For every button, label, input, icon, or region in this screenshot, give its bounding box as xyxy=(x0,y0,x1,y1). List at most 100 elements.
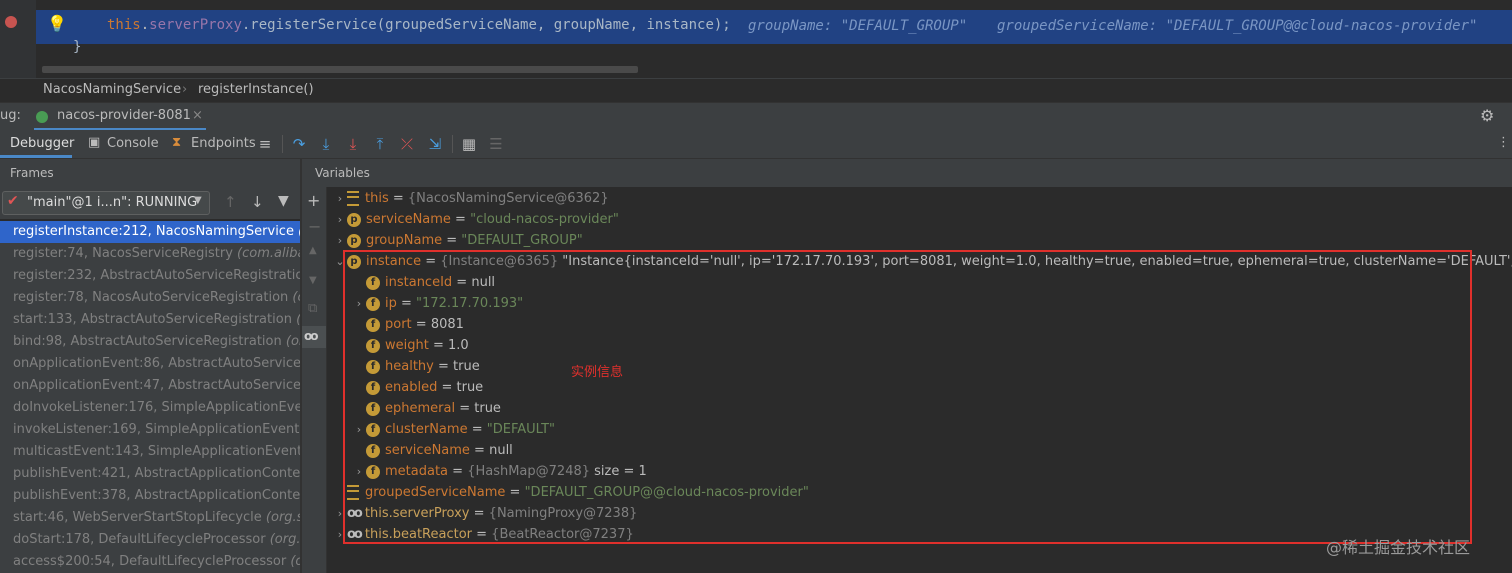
code-call: .registerService(groupedServiceName, gro… xyxy=(241,17,731,33)
drop-frame-icon[interactable]: ⤫ xyxy=(396,133,418,155)
breadcrumb-chevron-icon: › xyxy=(182,82,188,97)
frame-package: (com xyxy=(294,224,300,239)
force-step-into-icon[interactable]: ⤓ xyxy=(342,133,364,155)
variable-row[interactable]: › p groupName = "DEFAULT_GROUP" xyxy=(333,230,583,251)
frame-package: (org xyxy=(292,312,300,327)
tab-console[interactable]: Console xyxy=(107,136,159,151)
frame-label: doStart:178, DefaultLifecycleProcessor xyxy=(13,532,266,547)
frame-item[interactable]: publishEvent:378, AbstractApplicationCon… xyxy=(0,485,300,507)
expand-arrow-icon[interactable]: › xyxy=(333,188,347,209)
frames-header: Frames xyxy=(0,159,300,187)
frame-label: start:133, AbstractAutoServiceRegistrati… xyxy=(13,312,292,327)
frames-list[interactable]: registerInstance:212, NacosNamingService… xyxy=(0,221,300,573)
move-up-icon[interactable]: ▲ xyxy=(309,245,317,256)
frame-label: multicastEvent:143, SimpleApplicationEve… xyxy=(13,444,300,459)
frame-item[interactable]: doStart:178, DefaultLifecycleProcessor (… xyxy=(0,529,300,551)
trace-icon[interactable]: ☰ xyxy=(485,133,507,155)
remove-watch-icon[interactable]: − xyxy=(308,217,321,236)
debug-session-bar: ug: nacos-provider-8081 × ⚙ xyxy=(0,102,1512,131)
tab-debugger[interactable]: Debugger xyxy=(10,136,74,151)
thread-dropdown[interactable]: ✔ "main"@1 i...n": RUNNING ▼ xyxy=(2,191,210,215)
close-icon[interactable]: × xyxy=(192,108,203,123)
evaluate-expression-icon[interactable]: ▦ xyxy=(458,133,480,155)
expand-arrow-icon[interactable]: › xyxy=(333,209,347,230)
variable-row[interactable]: › this = {NacosNamingService@6362} xyxy=(333,188,609,209)
editor-gutter[interactable] xyxy=(0,0,36,78)
console-icon: ▣ xyxy=(88,135,101,150)
run-to-cursor-icon[interactable]: ⇲ xyxy=(424,133,446,155)
frame-label: registerInstance:212, NacosNamingService xyxy=(13,224,294,239)
more-icon[interactable]: ⋮ xyxy=(1497,135,1510,150)
frame-item[interactable]: start:133, AbstractAutoServiceRegistrati… xyxy=(0,309,300,331)
frame-item[interactable]: access$200:54, DefaultLifecycleProcessor… xyxy=(0,551,300,573)
intention-bulb-icon[interactable]: 💡 xyxy=(47,14,67,33)
breakpoint-icon[interactable] xyxy=(5,16,17,28)
breadcrumb-method[interactable]: registerInstance() xyxy=(198,82,314,97)
watermark: @稀土掘金技术社区 xyxy=(1326,538,1471,557)
frame-label: register:78, NacosAutoServiceRegistratio… xyxy=(13,290,289,305)
debug-label: ug: xyxy=(0,108,21,123)
step-out-icon[interactable]: ⤒ xyxy=(369,133,391,155)
parameter-icon: p xyxy=(347,233,361,248)
filter-icon[interactable]: ▼ xyxy=(278,193,289,209)
frame-down-icon[interactable]: ↓ xyxy=(251,193,264,211)
frame-label: invokeListener:169, SimpleApplicationEve… xyxy=(13,422,300,437)
frame-item[interactable]: register:78, NacosAutoServiceRegistratio… xyxy=(0,287,300,309)
active-tab-underline xyxy=(0,155,72,158)
frame-package: (org. xyxy=(285,334,300,349)
tab-endpoints[interactable]: Endpoints xyxy=(191,136,256,151)
horizontal-scrollbar[interactable] xyxy=(42,66,638,73)
step-into-icon[interactable]: ⤓ xyxy=(315,133,337,155)
equals-sign: = xyxy=(388,191,408,206)
gear-icon[interactable]: ⚙ xyxy=(1480,106,1494,125)
equals-sign: = xyxy=(450,212,471,227)
code-dot: . xyxy=(140,17,150,33)
frame-item[interactable]: invokeListener:169, SimpleApplicationEve… xyxy=(0,419,300,441)
frame-item[interactable]: doInvokeListener:176, SimpleApplicationE… xyxy=(0,397,300,419)
frame-label: start:46, WebServerStartStopLifecycle xyxy=(13,510,262,525)
frame-label: doInvokeListener:176, SimpleApplicationE… xyxy=(13,400,300,415)
frame-item[interactable]: multicastEvent:143, SimpleApplicationEve… xyxy=(0,441,300,463)
annotation-label: 实例信息 xyxy=(571,365,624,380)
chevron-down-icon: ▼ xyxy=(194,195,202,206)
variable-value: "cloud-nacos-provider" xyxy=(470,212,619,227)
endpoints-icon: ⧗ xyxy=(172,135,182,150)
parameter-icon: p xyxy=(347,212,361,227)
variable-name: groupName xyxy=(366,233,443,248)
frame-package: (org.spri xyxy=(269,532,300,547)
frame-item[interactable]: publishEvent:421, AbstractApplicationCon… xyxy=(0,463,300,485)
variable-row[interactable]: › p serviceName = "cloud-nacos-provider" xyxy=(333,209,619,230)
spring-boot-icon xyxy=(36,111,48,123)
move-down-icon[interactable]: ▼ xyxy=(309,275,317,286)
variable-name: serviceName xyxy=(366,212,451,227)
frame-item[interactable]: register:74, NacosServiceRegistry (com.a… xyxy=(0,243,300,265)
frame-item[interactable]: onApplicationEvent:47, AbstractAutoServi… xyxy=(0,375,300,397)
variable-name: this xyxy=(365,191,389,206)
frame-label: bind:98, AbstractAutoServiceRegistration xyxy=(13,334,282,349)
variables-title: Variables xyxy=(315,166,370,180)
breadcrumb-class[interactable]: NacosNamingService xyxy=(43,82,181,97)
copy-icon[interactable]: ⧉ xyxy=(308,301,317,316)
expand-arrow-icon[interactable]: › xyxy=(333,230,347,251)
frame-label: register:232, AbstractAutoServiceRegistr… xyxy=(13,268,300,283)
frame-item[interactable]: bind:98, AbstractAutoServiceRegistration… xyxy=(0,331,300,353)
session-tab[interactable]: nacos-provider-8081 xyxy=(57,108,191,123)
add-watch-icon[interactable]: + xyxy=(307,191,320,210)
frame-up-icon[interactable]: ↑ xyxy=(224,193,237,211)
frame-item[interactable]: start:46, WebServerStartStopLifecycle (o… xyxy=(0,507,300,529)
frame-label: access$200:54, DefaultLifecycleProcessor xyxy=(13,554,287,569)
menu-icon[interactable]: ≡ xyxy=(254,133,276,155)
code-keyword: this xyxy=(107,17,141,33)
equals-sign: = xyxy=(442,233,462,248)
code-field: serverProxy xyxy=(149,17,242,33)
frames-title: Frames xyxy=(10,166,54,180)
frame-label: publishEvent:378, AbstractApplicationCon… xyxy=(13,488,300,503)
step-over-icon[interactable]: ↷ xyxy=(288,133,310,155)
frame-item[interactable]: register:232, AbstractAutoServiceRegistr… xyxy=(0,265,300,287)
frame-package: (org. xyxy=(290,554,300,569)
frame-item[interactable]: registerInstance:212, NacosNamingService… xyxy=(0,221,300,243)
code-line[interactable]: this.serverProxy.registerService(grouped… xyxy=(107,17,731,33)
frame-item[interactable]: onApplicationEvent:86, AbstractAutoServi… xyxy=(0,353,300,375)
frame-label: onApplicationEvent:47, AbstractAutoServi… xyxy=(13,378,300,393)
frame-package: (com xyxy=(292,290,300,305)
